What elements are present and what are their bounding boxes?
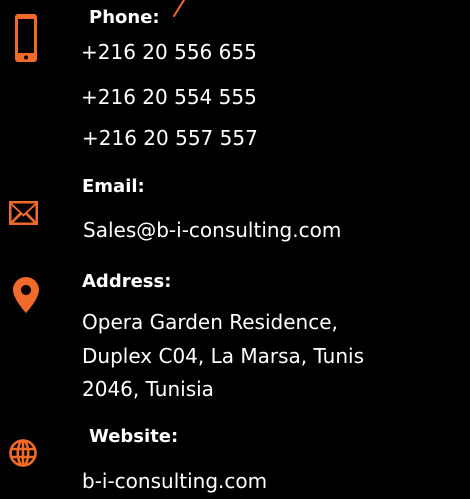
address-line-3: 2046, Tunisia <box>82 377 214 401</box>
envelope-icon <box>9 201 38 225</box>
globe-icon <box>9 439 37 467</box>
email-label: Email: <box>82 176 145 197</box>
website-link[interactable]: b-i-consulting.com <box>82 469 267 493</box>
phone-number-1[interactable]: +216 20 556 655 <box>81 40 257 64</box>
phone-accent-stroke-icon <box>173 0 185 17</box>
phone-label: Phone: <box>89 7 160 28</box>
phone-icon <box>15 14 37 62</box>
email-link[interactable]: Sales@b-i-consulting.com <box>83 218 341 242</box>
map-pin-icon <box>13 277 39 313</box>
address-label: Address: <box>82 271 172 292</box>
address-line-1: Opera Garden Residence, <box>82 310 338 334</box>
phone-number-3[interactable]: +216 20 557 557 <box>82 126 258 150</box>
address-line-2: Duplex C04, La Marsa, Tunis <box>82 344 364 368</box>
phone-number-2[interactable]: +216 20 554 555 <box>81 85 257 109</box>
website-label: Website: <box>89 426 179 447</box>
